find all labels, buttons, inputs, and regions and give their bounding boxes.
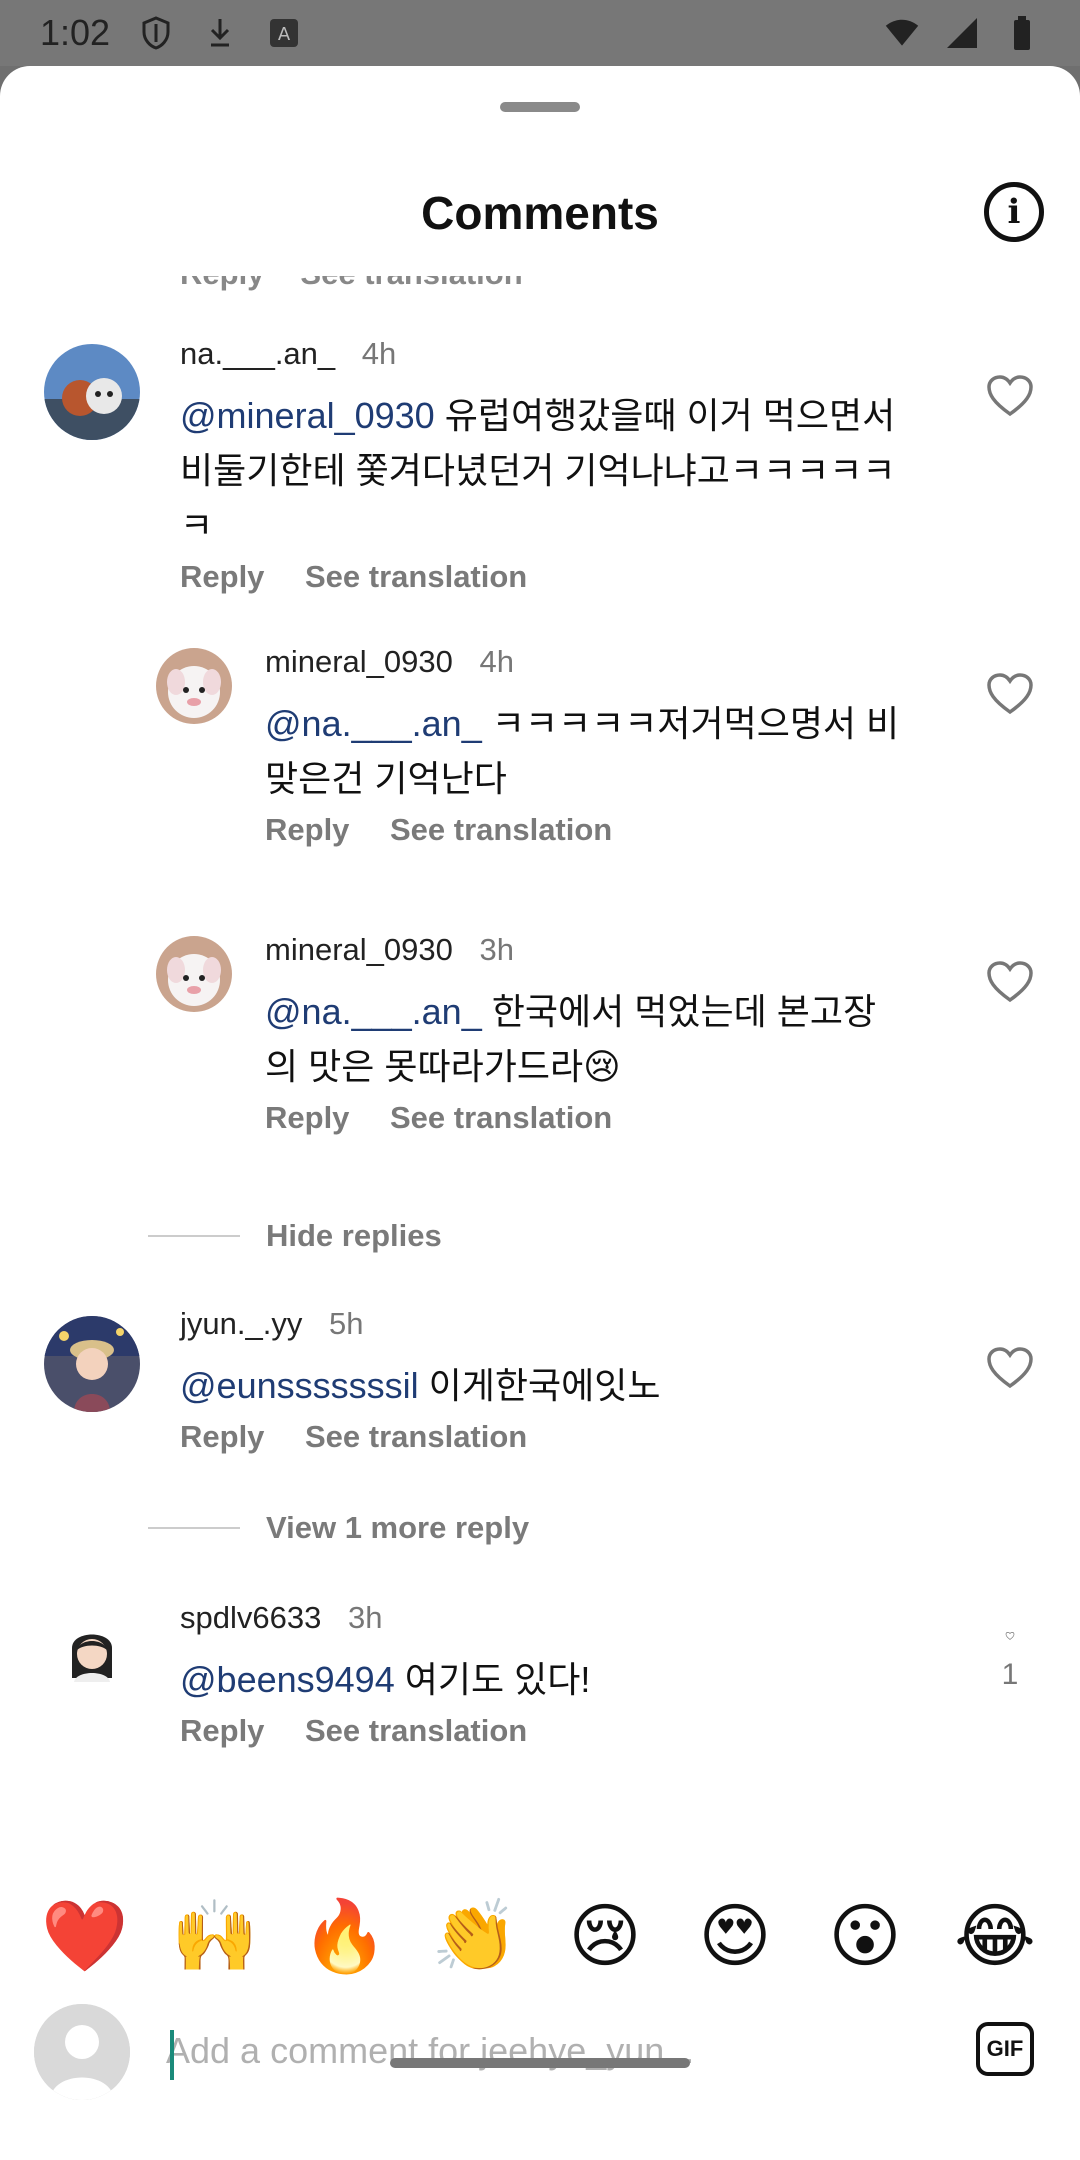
timestamp: 3h xyxy=(347,1600,383,1635)
avatar[interactable] xyxy=(44,344,140,440)
see-translation-button[interactable]: See translation xyxy=(305,1713,527,1749)
status-bar: 1:02 A xyxy=(0,0,1080,66)
reply-button[interactable]: Reply xyxy=(180,1419,305,1455)
like-button[interactable] xyxy=(980,1338,1040,1398)
see-translation-button[interactable]: See translation xyxy=(305,559,527,595)
timestamp: 3h xyxy=(479,932,514,967)
comment-text: @mineral_0930 유럽여행갔을때 이거 먹으면서 비둘기한테 쫓겨다녔… xyxy=(180,388,910,553)
reply-button[interactable]: Reply xyxy=(180,276,264,292)
reply-item: mineral_0930 4h @na.___.an_ ㅋㅋㅋㅋㅋ저거먹으명서 … xyxy=(0,606,1080,896)
comment-body: 여기도 있다! xyxy=(394,1659,591,1700)
home-indicator[interactable] xyxy=(390,2058,690,2068)
partial-actions: Reply See translation xyxy=(180,276,523,292)
like-button[interactable] xyxy=(980,664,1040,724)
username[interactable]: mineral_0930 xyxy=(265,644,453,679)
heart-icon xyxy=(987,961,1033,1003)
emoji-raised-hands-button[interactable]: 🙌 xyxy=(165,1895,265,1978)
see-translation-button[interactable]: See translation xyxy=(390,1100,612,1136)
avatar[interactable] xyxy=(156,936,232,1012)
reply-button[interactable]: Reply xyxy=(180,559,305,595)
my-avatar xyxy=(34,2004,130,2100)
hide-replies-label: Hide replies xyxy=(266,1218,442,1253)
signal-icon xyxy=(944,15,980,51)
page-title: Comments xyxy=(421,187,659,239)
avatar[interactable] xyxy=(44,1316,140,1412)
heart-icon xyxy=(987,375,1033,417)
comment-body: 이게한국에잇노 xyxy=(418,1365,661,1406)
comment-input[interactable] xyxy=(166,2006,946,2096)
heart-icon xyxy=(1005,1632,1015,1640)
heart-icon xyxy=(987,1347,1033,1389)
like-count: 1 xyxy=(1001,1658,1019,1691)
gif-button[interactable]: GIF xyxy=(976,2022,1034,2076)
text-caret xyxy=(170,2030,174,2080)
mention-link[interactable]: @mineral_0930 xyxy=(180,395,435,436)
comment-text: @na.___.an_ ㅋㅋㅋㅋㅋ저거먹으명서 비맞은건 기억난다 xyxy=(265,696,905,806)
mention-link[interactable]: @na.___.an_ xyxy=(265,703,482,744)
username[interactable]: na.___.an_ xyxy=(180,336,335,371)
username[interactable]: mineral_0930 xyxy=(265,932,453,967)
hide-replies-button[interactable]: Hide replies xyxy=(148,1218,442,1254)
emoji-surprised-button[interactable]: 😮 xyxy=(815,1895,915,1977)
divider xyxy=(148,1527,240,1529)
avatar[interactable] xyxy=(156,648,232,724)
like-button[interactable] xyxy=(980,952,1040,1012)
quick-reaction-bar: ❤️ 🙌 🔥 👏 😢 😍 😮 😂 xyxy=(0,1876,1080,1996)
mention-link[interactable]: @na.___.an_ xyxy=(265,991,482,1032)
comment-item: spdlv6633 3h @beens9494 여기도 있다! Reply Se… xyxy=(0,1570,1080,1870)
comment-list[interactable]: Reply See translation na.___.an_ 4h xyxy=(0,276,1080,1876)
emoji-heart-button[interactable]: ❤️ xyxy=(35,1895,135,1978)
svg-text:A: A xyxy=(278,24,291,45)
see-translation-button[interactable]: See translation xyxy=(300,276,522,292)
shield-icon xyxy=(138,15,174,51)
comment-text: @eunsssssssil 이게한국에잇노 xyxy=(180,1358,910,1413)
emoji-fire-button[interactable]: 🔥 xyxy=(295,1895,395,1978)
avatar[interactable] xyxy=(44,1608,140,1704)
battery-icon xyxy=(1004,15,1040,51)
mention-link[interactable]: @eunsssssssil xyxy=(180,1365,419,1406)
comment-item: na.___.an_ 4h @mineral_0930 유럽여행갔을때 이거 먹… xyxy=(0,306,1080,606)
reply-item: mineral_0930 3h @na.___.an_ 한국에서 먹었는데 본고… xyxy=(0,896,1080,1186)
drag-handle[interactable] xyxy=(500,102,580,112)
timestamp: 4h xyxy=(361,336,397,371)
like-button[interactable]: 1 xyxy=(980,1632,1040,1692)
info-icon[interactable]: i xyxy=(984,182,1044,242)
timestamp: 5h xyxy=(328,1306,364,1341)
divider xyxy=(148,1235,240,1237)
download-icon xyxy=(202,15,238,51)
comment-text: @beens9494 여기도 있다! xyxy=(180,1652,910,1707)
mention-link[interactable]: @beens9494 xyxy=(180,1659,395,1700)
reply-button[interactable]: Reply xyxy=(180,1713,305,1749)
wifi-icon xyxy=(884,15,920,51)
font-icon: A xyxy=(266,15,302,51)
timestamp: 4h xyxy=(479,644,514,679)
username[interactable]: spdlv6633 xyxy=(180,1600,321,1635)
comment-item: jyun._.yy 5h @eunsssssssil 이게한국에잇노 Reply… xyxy=(0,1276,1080,1536)
header: Comments i xyxy=(0,150,1080,276)
emoji-heart-eyes-button[interactable]: 😍 xyxy=(685,1895,785,1977)
see-translation-button[interactable]: See translation xyxy=(305,1419,527,1455)
comment-composer: GIF xyxy=(0,1996,1080,2106)
comments-sheet: Comments i Reply See translation xyxy=(0,66,1080,2160)
like-button[interactable] xyxy=(980,366,1040,426)
emoji-crying-button[interactable]: 😢 xyxy=(555,1895,655,1977)
emoji-clap-button[interactable]: 👏 xyxy=(425,1895,525,1978)
view-more-label: View 1 more reply xyxy=(266,1510,530,1545)
view-more-replies-button[interactable]: View 1 more reply xyxy=(148,1510,529,1546)
username[interactable]: jyun._.yy xyxy=(180,1306,302,1341)
status-time: 1:02 xyxy=(40,12,111,53)
heart-icon xyxy=(987,673,1033,715)
comment-text: @na.___.an_ 한국에서 먹었는데 본고장의 맛은 못따라가드라😢 xyxy=(265,984,905,1094)
see-translation-button[interactable]: See translation xyxy=(390,812,612,848)
emoji-laughing-button[interactable]: 😂 xyxy=(945,1895,1045,1977)
reply-button[interactable]: Reply xyxy=(265,1100,390,1136)
reply-button[interactable]: Reply xyxy=(265,812,390,848)
